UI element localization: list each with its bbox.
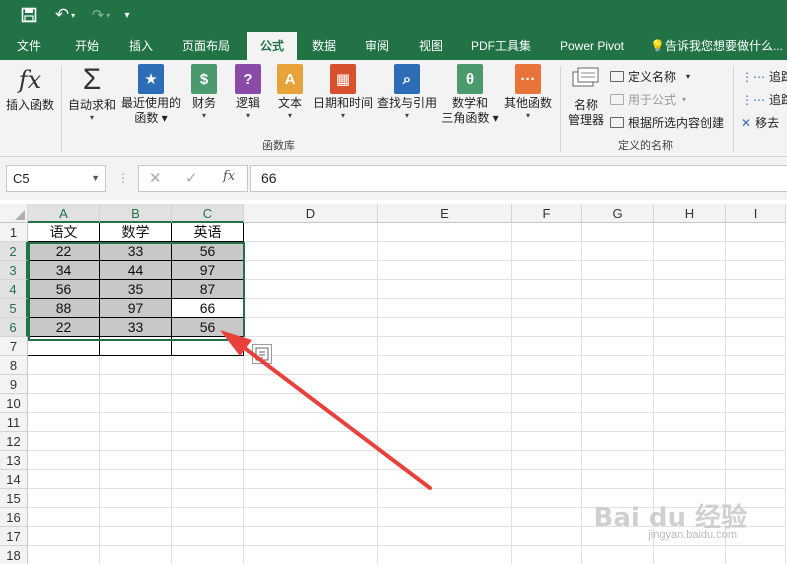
annotation-arrow (220, 330, 432, 490)
baidu-watermark-url: jingyan.baidu.com (648, 529, 737, 541)
